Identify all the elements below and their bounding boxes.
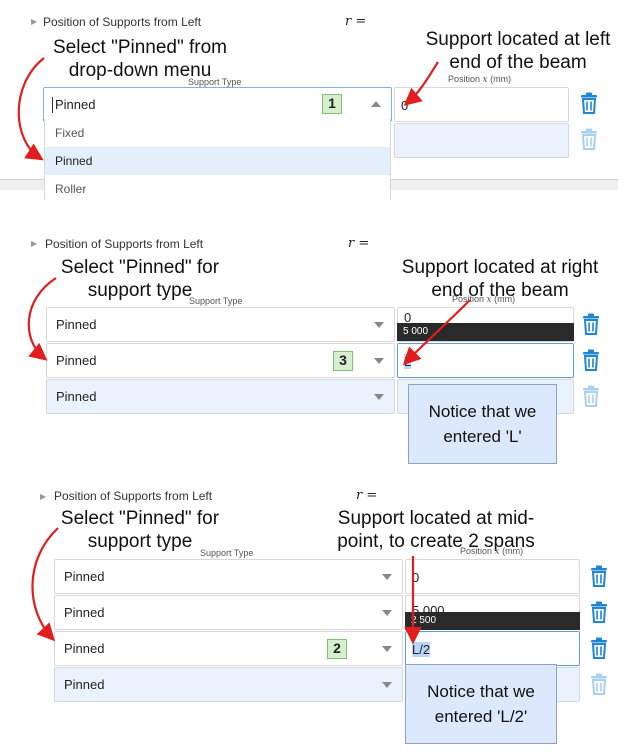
annotation-arrows xyxy=(17,57,471,645)
annotation-arrow xyxy=(27,277,57,361)
annotation-arrow xyxy=(17,57,45,161)
annotation-arrow xyxy=(402,299,471,366)
annotation-arrow xyxy=(403,61,439,106)
annotation-arrow xyxy=(31,527,59,642)
